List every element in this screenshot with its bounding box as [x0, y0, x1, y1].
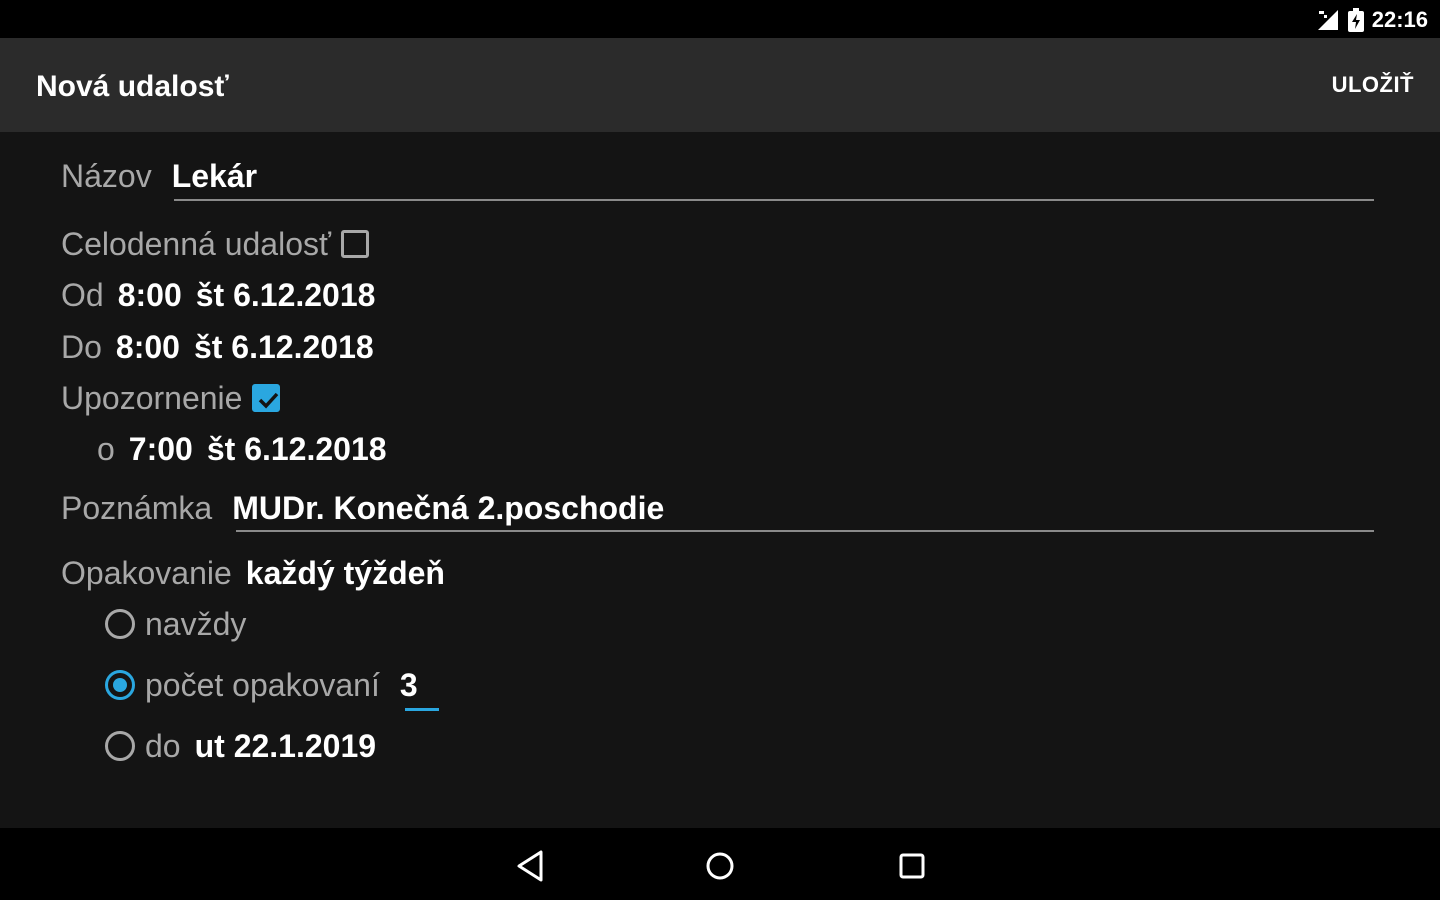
reminder-checkbox[interactable]: [252, 384, 281, 412]
navigation-bar: [0, 828, 1440, 900]
repeat-count-underline: [405, 708, 439, 711]
allday-label: Celodenná udalosť: [61, 225, 331, 262]
reminder-time[interactable]: 7:00: [129, 431, 193, 468]
save-button[interactable]: ULOŽIŤ: [1332, 72, 1414, 98]
reminder-date[interactable]: št 6.12.2018: [207, 431, 387, 468]
note-label: Poznámka: [61, 489, 213, 526]
checkmark-icon: [259, 392, 279, 409]
page-title: Nová udalosť: [36, 70, 229, 103]
back-icon[interactable]: [511, 846, 551, 886]
to-time[interactable]: 8:00: [116, 329, 180, 366]
name-input[interactable]: Lekár: [172, 158, 257, 195]
repeat-count-label: počet opakovaní: [145, 666, 380, 703]
reminder-at-label: o: [97, 430, 115, 467]
repeat-until-radio[interactable]: [105, 731, 135, 761]
event-form: Názov Lekár Celodenná udalosť Od 8:00 št…: [0, 132, 1440, 828]
note-row: Poznámka MUDr. Konečná 2.poschodie: [61, 488, 664, 528]
status-time: 22:16: [1371, 7, 1428, 32]
repeat-forever-option[interactable]: navždy: [105, 604, 246, 644]
repeat-row: Opakovanie každý týždeň: [61, 553, 445, 593]
repeat-forever-label: navždy: [145, 605, 247, 642]
name-row: Názov Lekár: [61, 156, 257, 196]
repeat-until-label: do: [145, 727, 181, 764]
repeat-until-option[interactable]: do ut 22.1.2019: [105, 726, 376, 766]
app-bar: Nová udalosť ULOŽIŤ: [0, 38, 1440, 132]
reminder-time-row: o 7:00 št 6.12.2018: [97, 429, 387, 469]
note-input-underline: [236, 530, 1374, 532]
note-input[interactable]: MUDr. Konečná 2.poschodie: [232, 490, 664, 527]
to-label: Do: [61, 328, 102, 365]
repeat-value[interactable]: každý týždeň: [246, 555, 445, 592]
status-icons: 22:16: [1316, 6, 1428, 34]
allday-checkbox[interactable]: [340, 230, 369, 258]
repeat-count-radio[interactable]: [105, 670, 135, 700]
recents-icon[interactable]: [892, 846, 932, 886]
to-row: Do 8:00 št 6.12.2018: [61, 327, 374, 367]
name-input-underline: [174, 199, 1374, 201]
from-row: Od 8:00 št 6.12.2018: [61, 275, 375, 315]
signal-icon: [1316, 9, 1340, 31]
name-label: Názov: [61, 157, 152, 194]
from-time[interactable]: 8:00: [118, 277, 182, 314]
repeat-forever-radio[interactable]: [105, 609, 135, 639]
from-label: Od: [61, 276, 104, 313]
repeat-label: Opakovanie: [61, 554, 232, 591]
from-date[interactable]: št 6.12.2018: [196, 277, 376, 314]
repeat-count-option[interactable]: počet opakovaní 3: [105, 665, 418, 705]
to-date[interactable]: št 6.12.2018: [194, 329, 374, 366]
status-bar: 22:16: [0, 0, 1440, 38]
battery-icon: [1347, 8, 1364, 32]
repeat-count-input[interactable]: 3: [400, 667, 418, 704]
allday-row[interactable]: Celodenná udalosť: [61, 224, 369, 264]
repeat-until-date[interactable]: ut 22.1.2019: [195, 728, 376, 765]
reminder-label: Upozornenie: [61, 379, 243, 416]
reminder-row[interactable]: Upozornenie: [61, 378, 281, 418]
home-icon[interactable]: [700, 846, 740, 886]
